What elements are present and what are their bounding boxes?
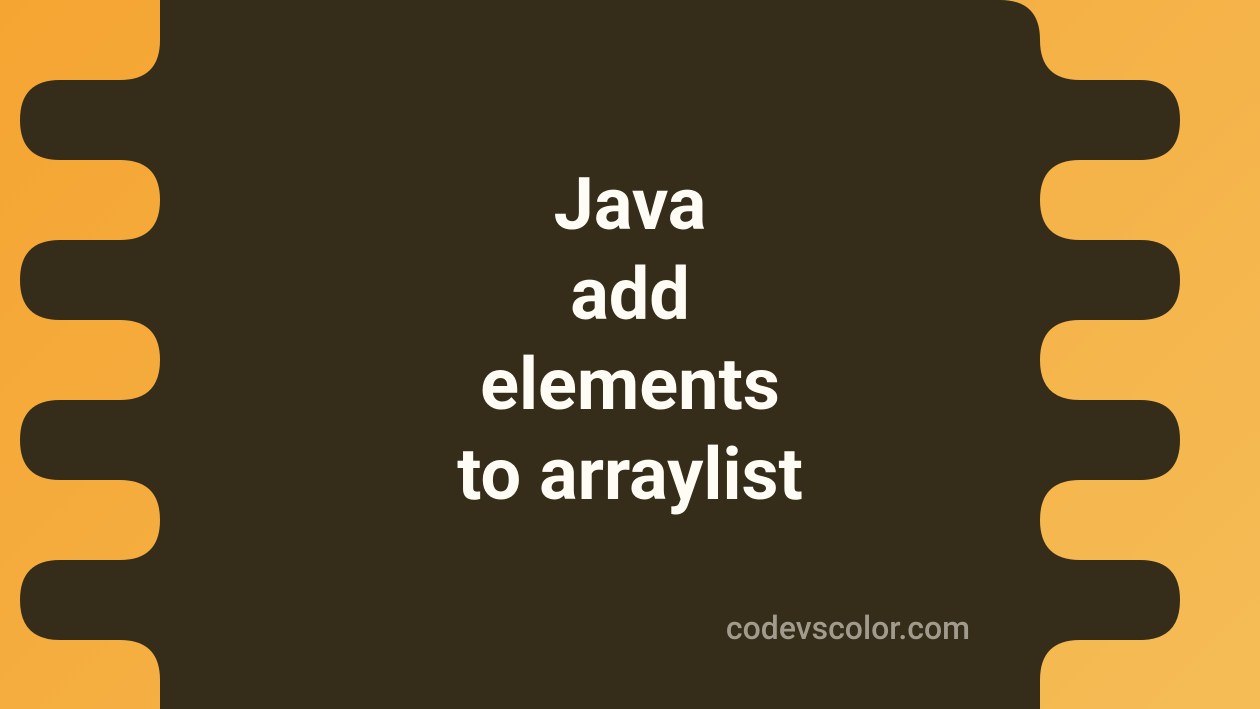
site-watermark: codevscolor.com [726,609,970,647]
title-line-3: elements [457,340,803,430]
title-line-1: Java [457,160,803,250]
page-title: Java add elements to arraylist [457,160,803,520]
content-container: Java add elements to arraylist [0,0,1260,709]
title-line-2: add [457,250,803,340]
title-line-4: to arraylist [457,430,803,520]
